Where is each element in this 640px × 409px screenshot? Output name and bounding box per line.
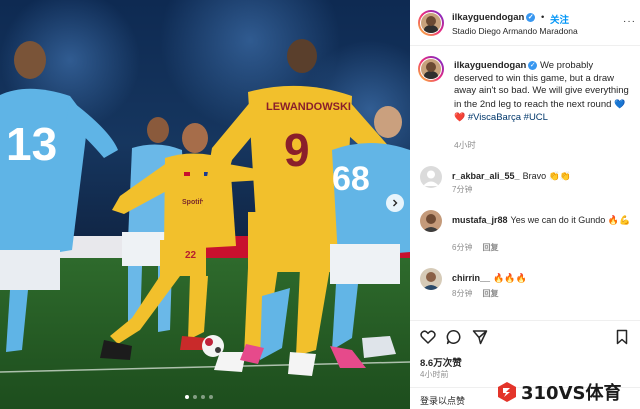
- post-photo[interactable]: 13 Spotify 22 LEWANDOWSKI 9 68: [0, 0, 410, 409]
- carousel-dot[interactable]: [209, 395, 213, 399]
- carousel-dot[interactable]: [185, 395, 189, 399]
- match-photo: 13 Spotify 22 LEWANDOWSKI 9 68: [0, 0, 410, 409]
- comment-text: chirrin__ 🔥🔥🔥: [452, 273, 527, 283]
- more-options-icon[interactable]: ···: [623, 16, 636, 27]
- comment-meta: 8分钟 回复: [452, 288, 508, 299]
- author-username[interactable]: ilkayguendogan: [452, 12, 524, 23]
- post-location[interactable]: Stadio Diego Armando Maradona: [452, 26, 578, 36]
- watermark: 310VS体育: [496, 378, 621, 406]
- post-header: ilkayguendogan ✓ • 关注 Stadio Diego Armand…: [410, 0, 640, 46]
- carousel-dot[interactable]: [193, 395, 197, 399]
- comment-time: 8分钟: [452, 289, 473, 298]
- chevron-right-icon: [393, 199, 398, 207]
- caption-username[interactable]: ilkayguendogan: [454, 60, 526, 71]
- watermark-logo-icon: [498, 382, 516, 402]
- caption-hashtags[interactable]: #ViscaBarça #UCL: [468, 112, 548, 123]
- comment-username[interactable]: mustafa_jr88: [452, 215, 508, 225]
- caption-author-avatar[interactable]: [418, 56, 444, 82]
- player-number: 68: [332, 160, 370, 198]
- author-username-row: ilkayguendogan ✓: [452, 12, 536, 23]
- comment-item: chirrin__ 🔥🔥🔥 8分钟 回复: [420, 268, 635, 302]
- follow-button[interactable]: 关注: [550, 12, 569, 26]
- carousel-dots: [185, 395, 213, 399]
- commenter-avatar[interactable]: [420, 268, 442, 290]
- comment-text: r_akbar_ali_55_ Bravo 👏👏: [452, 171, 571, 181]
- commenter-avatar[interactable]: [420, 210, 442, 232]
- heart-icon[interactable]: [420, 329, 436, 345]
- comment-username[interactable]: r_akbar_ali_55_: [452, 171, 520, 181]
- comment-meta: 7分钟: [452, 184, 482, 195]
- post-side-panel: ilkayguendogan ✓ • 关注 Stadio Diego Armand…: [410, 0, 640, 409]
- verified-badge-icon: ✓: [528, 60, 538, 70]
- verified-badge-icon: ✓: [526, 12, 536, 22]
- comment-item: mustafa_jr88 Yes we can do it Gundo 🔥💪 6分…: [420, 210, 635, 254]
- post-actions-bar: [410, 320, 640, 350]
- share-icon[interactable]: [472, 329, 488, 345]
- login-prompt-link[interactable]: 登录以点赞: [420, 394, 465, 407]
- red-heart-icon: ❤️: [454, 112, 466, 122]
- player-number: 22: [185, 250, 197, 261]
- comment-item: r_akbar_ali_55_ Bravo 👏👏 7分钟: [420, 166, 635, 200]
- player-number: 13: [6, 118, 57, 170]
- watermark-text: 310VS体育: [521, 383, 622, 404]
- bookmark-icon[interactable]: [614, 329, 630, 345]
- player-number: 9: [284, 124, 310, 176]
- comment-username[interactable]: chirrin__: [452, 273, 490, 283]
- post-caption: ilkayguendogan ✓ We probably deserved to …: [454, 60, 632, 125]
- carousel-dot[interactable]: [201, 395, 205, 399]
- reply-button[interactable]: 回复: [482, 289, 498, 298]
- comment-text: mustafa_jr88 Yes we can do it Gundo 🔥💪: [452, 215, 631, 225]
- comment-time: 7分钟: [452, 185, 473, 194]
- blue-heart-icon: 💙: [614, 98, 626, 109]
- header-separator: •: [541, 12, 545, 23]
- author-avatar[interactable]: [418, 10, 444, 36]
- reply-button[interactable]: 回复: [482, 243, 498, 252]
- like-count[interactable]: 8.6万次赞: [420, 355, 462, 369]
- comment-meta: 6分钟 回复: [452, 242, 508, 253]
- post-time: 4小时前: [420, 370, 449, 379]
- caption-time: 4小时: [454, 140, 476, 150]
- player-name-on-shirt: LEWANDOWSKI: [266, 101, 351, 113]
- comment-time: 6分钟: [452, 243, 473, 252]
- comment-icon[interactable]: [446, 329, 462, 345]
- default-avatar-icon[interactable]: [420, 166, 442, 188]
- carousel-next-button[interactable]: [386, 194, 404, 212]
